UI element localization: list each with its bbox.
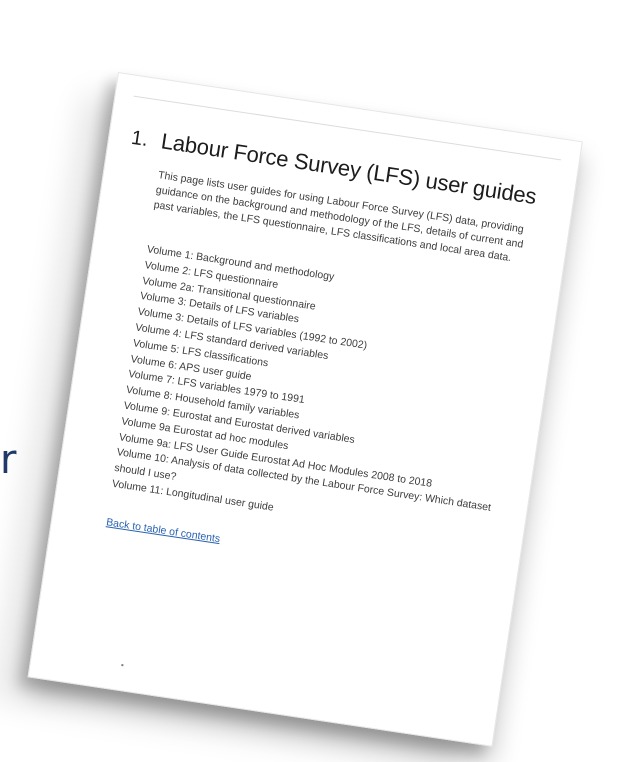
document-page: 1. Labour Force Survey (LFS) user guides… (27, 72, 583, 747)
footer-mark (121, 664, 124, 667)
slide-canvas: r 1. Labour Force Survey (LFS) user guid… (0, 0, 619, 762)
volume-list: Volume 1: Background and methodology Vol… (111, 242, 528, 549)
background-partial-letter: r (0, 437, 17, 483)
section-number: 1. (129, 126, 150, 152)
back-to-contents-link[interactable]: Back to table of contents (105, 516, 221, 545)
